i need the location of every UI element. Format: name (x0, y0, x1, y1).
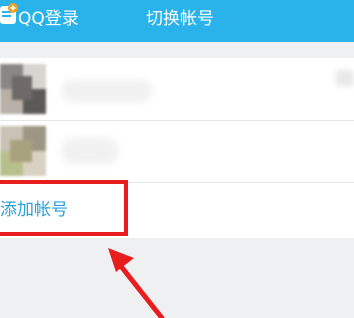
red-arrow-icon (108, 248, 165, 318)
switch-account-title: 切换帐号 (146, 9, 214, 29)
account-name-blurred (62, 138, 118, 164)
account-row[interactable] (0, 120, 354, 182)
spacer (0, 42, 354, 58)
avatar (0, 126, 46, 176)
account-row[interactable] (0, 58, 354, 120)
account-name-blurred (62, 80, 152, 102)
avatar (0, 64, 46, 114)
top-bar: QQ登录 切换帐号 (0, 0, 354, 42)
page-title: QQ登录 (18, 9, 79, 29)
account-action-blurred (336, 70, 354, 86)
app-logo-icon[interactable] (0, 2, 20, 28)
highlight-box (0, 180, 128, 236)
